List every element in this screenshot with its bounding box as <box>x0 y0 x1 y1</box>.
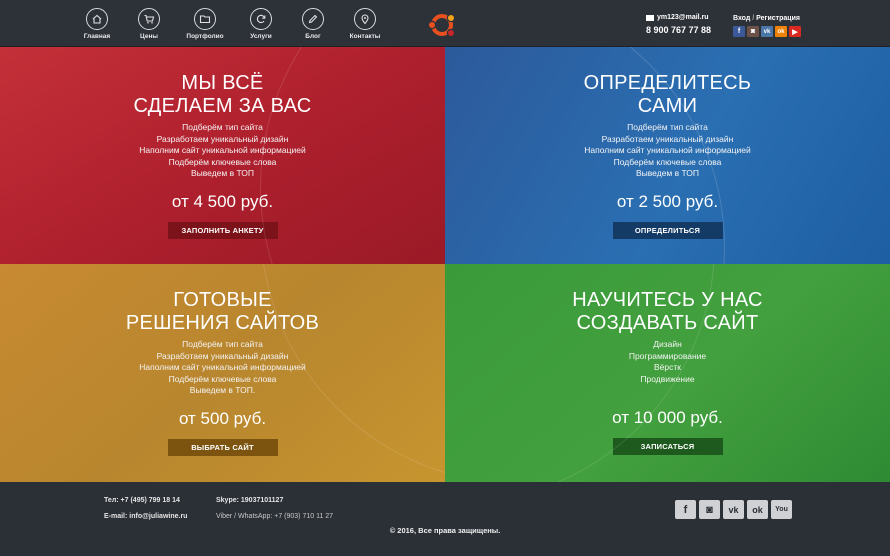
main-nav: Главная Цены Портфолио Услуги Блог Конта… <box>78 8 398 40</box>
instagram-icon[interactable]: ◙ <box>699 500 720 519</box>
login-link[interactable]: Вход <box>733 15 750 22</box>
mail-icon <box>646 14 654 21</box>
vk-icon[interactable]: vk <box>723 500 744 519</box>
footer: Тел: +7 (495) 799 18 14 Skype: 190371011… <box>0 482 890 556</box>
pencil-icon <box>302 8 324 30</box>
nav-item-home[interactable]: Главная <box>78 8 116 40</box>
tile-learn-with-us: НАУЧИТЕСЬ У НАС СОЗДАВАТЬ САЙТ Дизайн Пр… <box>445 264 890 482</box>
decorative-swoosh <box>260 47 445 264</box>
location-icon <box>354 8 376 30</box>
nav-item-blog[interactable]: Блог <box>294 8 332 40</box>
tile-do-for-you: МЫ ВСЁ СДЕЛАЕМ ЗА ВАС Подберём тип сайта… <box>0 47 445 264</box>
footer-skype: Skype: 19037101127 <box>216 497 284 504</box>
home-icon <box>86 8 108 30</box>
ubuntu-logo-icon <box>427 13 456 38</box>
cart-icon <box>138 8 160 30</box>
nav-item-contacts[interactable]: Контакты <box>346 8 384 40</box>
copyright: © 2016, Все права защищены. <box>389 526 501 535</box>
vk-icon[interactable]: vk <box>761 26 773 37</box>
nav-label: Портфолио <box>186 33 224 40</box>
facebook-icon[interactable]: f <box>733 26 745 37</box>
account-block: Вход / Регистрация f ◙ vk ok ▶ <box>733 15 803 37</box>
header-phone[interactable]: 8 900 767 77 88 <box>646 25 711 35</box>
tile-ready-solutions: ГОТОВЫЕ РЕШЕНИЯ САЙТОВ Подберём тип сайт… <box>0 264 445 482</box>
nav-item-portfolio[interactable]: Портфолио <box>182 8 228 40</box>
refresh-icon <box>250 8 272 30</box>
instagram-icon[interactable]: ◙ <box>747 26 759 37</box>
footer-email[interactable]: E-mail: info@juliawine.ru <box>104 513 187 520</box>
nav-label: Услуги <box>250 33 272 40</box>
social-links-footer: f ◙ vk ok You <box>675 500 795 519</box>
footer-viber: Viber / WhatsApp: +7 (903) 710 11 27 <box>216 513 334 520</box>
nav-item-services[interactable]: Услуги <box>242 8 280 40</box>
facebook-icon[interactable]: f <box>675 500 696 519</box>
footer-phone: Тел: +7 (495) 799 18 14 <box>104 497 180 504</box>
nav-label: Блог <box>305 33 321 40</box>
social-links-header: f ◙ vk ok ▶ <box>733 26 803 37</box>
youtube-icon[interactable]: ▶ <box>789 26 801 37</box>
register-link[interactable]: Регистрация <box>756 15 800 22</box>
choose-site-button[interactable]: ВЫБРАТЬ САЙТ <box>167 438 278 456</box>
nav-item-prices[interactable]: Цены <box>130 8 168 40</box>
odnoklassniki-icon[interactable]: ok <box>747 500 768 519</box>
sign-up-button[interactable]: ЗАПИСАТЬСЯ <box>612 438 723 455</box>
header-email[interactable]: ym123@mail.ru <box>657 14 709 21</box>
header: Главная Цены Портфолио Услуги Блог Конта… <box>0 0 890 47</box>
auth-separator: / <box>752 15 755 22</box>
folder-icon <box>194 8 216 30</box>
nav-label: Главная <box>83 33 111 40</box>
youtube-icon[interactable]: You <box>771 500 792 519</box>
fill-form-button[interactable]: ЗАПОЛНИТЬ АНКЕТУ <box>167 221 278 239</box>
nav-label: Контакты <box>349 33 381 40</box>
tile-decide-yourself: ОПРЕДЕЛИТЕСЬ САМИ Подберём тип сайта Раз… <box>445 47 890 264</box>
header-contact: ym123@mail.ru 8 900 767 77 88 <box>646 14 711 35</box>
logo[interactable] <box>424 6 460 42</box>
nav-label: Цены <box>140 33 158 40</box>
odnoklassniki-icon[interactable]: ok <box>775 26 787 37</box>
